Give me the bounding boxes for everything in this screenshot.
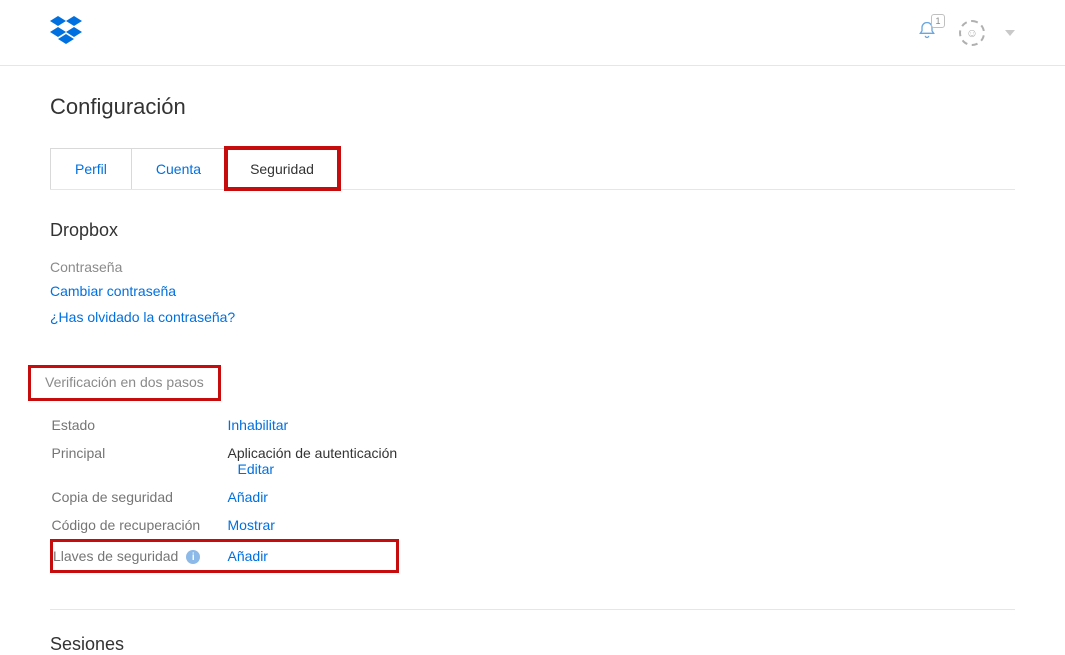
divider bbox=[50, 609, 1015, 610]
dropbox-logo[interactable] bbox=[50, 14, 82, 51]
tab-account[interactable]: Cuenta bbox=[132, 148, 226, 189]
security-keys-label: Llaves de seguridad i bbox=[52, 541, 228, 572]
primary-label: Principal bbox=[52, 439, 228, 483]
two-step-settings: Estado Inhabilitar Principal Aplicación … bbox=[50, 411, 399, 573]
tab-security[interactable]: Seguridad bbox=[226, 148, 339, 189]
section-sessions-heading: Sesiones bbox=[50, 634, 1015, 655]
avatar: ☺ bbox=[959, 20, 985, 46]
page-title: Configuración bbox=[50, 94, 1015, 120]
dropbox-icon bbox=[50, 14, 82, 46]
notifications-button[interactable]: 1 bbox=[917, 20, 937, 45]
status-disable-link[interactable]: Inhabilitar bbox=[228, 417, 289, 433]
recovery-show-link[interactable]: Mostrar bbox=[228, 517, 275, 533]
chevron-down-icon bbox=[1005, 30, 1015, 36]
change-password-link[interactable]: Cambiar contraseña bbox=[50, 283, 176, 299]
account-menu[interactable]: ☺ bbox=[959, 20, 1015, 46]
smile-icon: ☺ bbox=[966, 27, 978, 39]
info-icon[interactable]: i bbox=[186, 550, 200, 564]
backup-label: Copia de seguridad bbox=[52, 483, 228, 511]
status-label: Estado bbox=[52, 411, 228, 439]
recovery-label: Código de recuperación bbox=[52, 511, 228, 541]
forgot-password-link[interactable]: ¿Has olvidado la contraseña? bbox=[50, 309, 235, 325]
primary-edit-link[interactable]: Editar bbox=[238, 461, 275, 477]
section-dropbox-heading: Dropbox bbox=[50, 220, 1015, 241]
backup-add-link[interactable]: Añadir bbox=[228, 489, 268, 505]
security-keys-add-link[interactable]: Añadir bbox=[228, 548, 268, 564]
two-step-heading: Verificación en dos pasos bbox=[45, 374, 204, 390]
password-label: Contraseña bbox=[50, 259, 1015, 275]
settings-tabs: Perfil Cuenta Seguridad bbox=[50, 148, 1015, 190]
tab-profile[interactable]: Perfil bbox=[50, 148, 132, 189]
notification-count-badge: 1 bbox=[931, 14, 945, 28]
primary-value: Aplicación de autenticación bbox=[228, 445, 398, 461]
